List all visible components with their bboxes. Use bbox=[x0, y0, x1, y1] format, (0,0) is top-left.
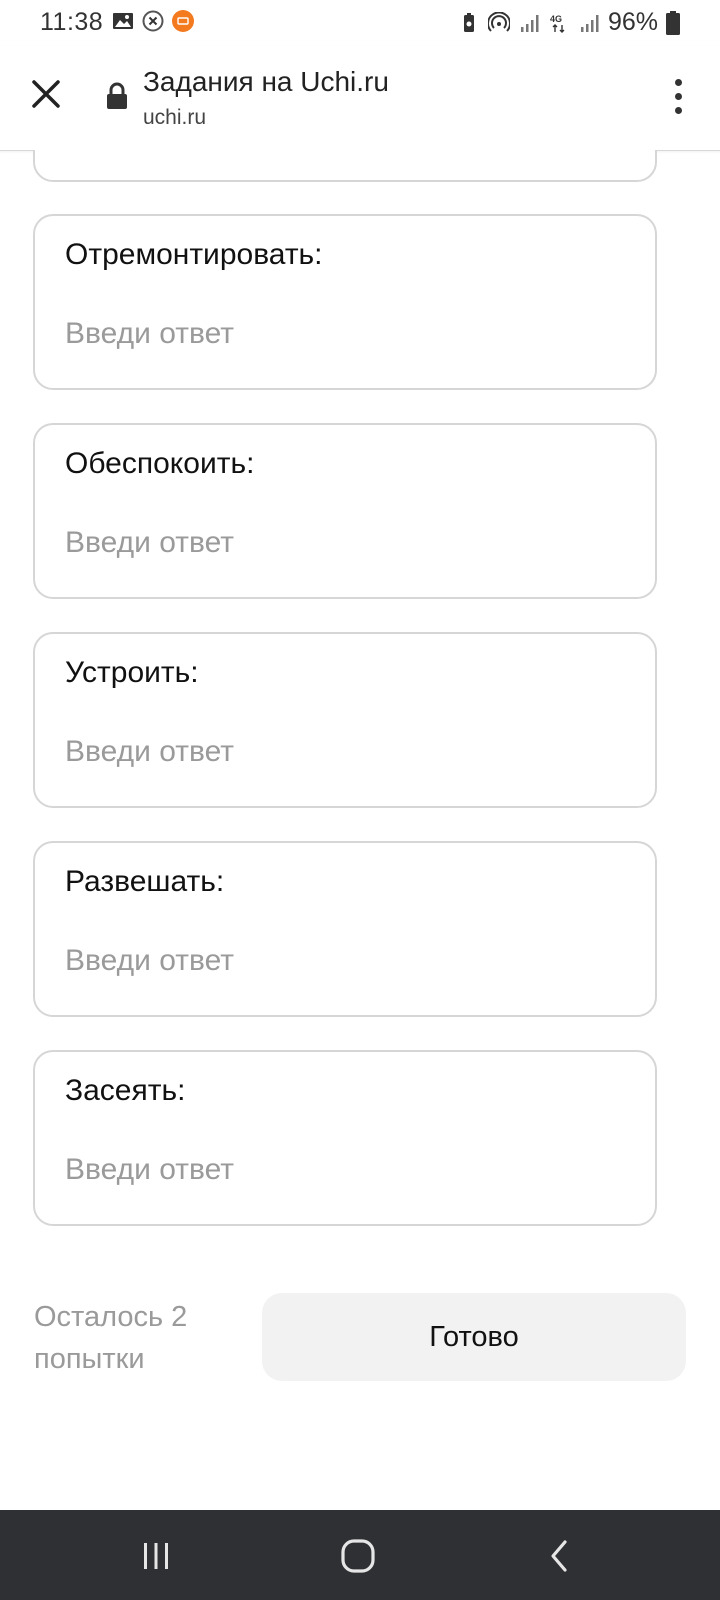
home-icon bbox=[341, 1539, 375, 1573]
battery-percentage: 96% bbox=[607, 8, 658, 36]
more-vert-icon-dot bbox=[674, 92, 682, 100]
battery-icon bbox=[666, 10, 680, 35]
more-options-button[interactable] bbox=[658, 72, 698, 120]
image-icon bbox=[113, 13, 133, 29]
answer-label: Устроить: bbox=[65, 656, 199, 689]
status-bar: 11:38 4G 96% bbox=[0, 0, 720, 46]
4g-icon: 4G bbox=[550, 14, 565, 33]
answer-input[interactable] bbox=[65, 730, 625, 774]
system-nav-bar bbox=[0, 1510, 720, 1600]
back-icon bbox=[551, 1540, 567, 1572]
signal-icon bbox=[520, 14, 539, 32]
done-button[interactable]: Готово bbox=[262, 1293, 686, 1381]
close-button[interactable] bbox=[24, 72, 68, 116]
answer-card: Устроить: bbox=[33, 632, 657, 808]
status-right-icons: 4G 96% bbox=[458, 8, 680, 37]
answer-input[interactable] bbox=[65, 312, 625, 356]
partial-answer-card bbox=[33, 150, 657, 182]
attempts-remaining: Осталось 2 попытки bbox=[34, 1301, 188, 1375]
x-circle-icon bbox=[142, 10, 164, 32]
answer-label: Развешать: bbox=[65, 865, 225, 898]
close-icon bbox=[32, 80, 60, 108]
answer-label: Отремонтировать: bbox=[65, 238, 323, 271]
more-vert-icon-dot bbox=[674, 106, 682, 114]
page-url[interactable]: uchi.ru bbox=[143, 106, 206, 130]
answer-card: Отремонтировать: bbox=[33, 214, 657, 390]
svg-text:4G: 4G bbox=[550, 14, 562, 24]
answer-card: Развешать: bbox=[33, 841, 657, 1017]
task-content: Отремонтировать: Обеспокоить: Устроить: … bbox=[0, 150, 720, 1510]
home-button[interactable] bbox=[336, 1534, 380, 1578]
answer-input[interactable] bbox=[65, 1148, 625, 1192]
more-vert-icon bbox=[674, 78, 682, 86]
answer-card: Засеять: bbox=[33, 1050, 657, 1226]
browser-toolbar: Задания на Uchi.ru uchi.ru bbox=[0, 46, 720, 151]
answer-input[interactable] bbox=[65, 521, 625, 565]
status-left-icons bbox=[112, 10, 194, 32]
recent-apps-button[interactable] bbox=[134, 1534, 178, 1578]
recent-apps-icon bbox=[144, 1543, 168, 1569]
hotspot-icon bbox=[487, 11, 510, 32]
answer-label: Обеспокоить: bbox=[65, 447, 255, 480]
battery-saver-icon bbox=[463, 12, 474, 32]
signal-icon-2 bbox=[580, 14, 599, 32]
lock-icon[interactable] bbox=[104, 82, 130, 110]
back-button[interactable] bbox=[538, 1534, 582, 1578]
answer-label: Засеять: bbox=[65, 1074, 186, 1107]
answer-input[interactable] bbox=[65, 939, 625, 983]
page-title: Задания на Uchi.ru bbox=[143, 66, 389, 97]
answer-card: Обеспокоить: bbox=[33, 423, 657, 599]
mi-icon bbox=[172, 10, 194, 32]
status-time: 11:38 bbox=[40, 8, 104, 36]
